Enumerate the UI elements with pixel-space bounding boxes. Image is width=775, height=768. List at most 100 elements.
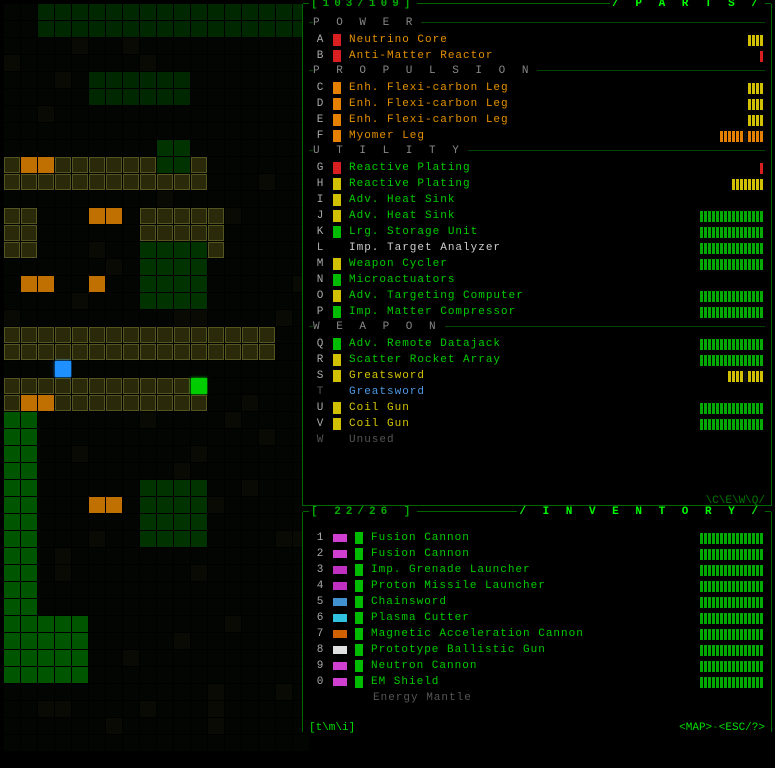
part-row[interactable]: N Microactuators bbox=[303, 272, 771, 288]
map-tile[interactable] bbox=[38, 463, 54, 479]
map-tile[interactable] bbox=[174, 548, 190, 564]
map-tile[interactable] bbox=[55, 38, 71, 54]
map-tile[interactable] bbox=[55, 684, 71, 700]
map-tile[interactable] bbox=[38, 225, 54, 241]
map-tile[interactable] bbox=[259, 327, 275, 343]
map-tile[interactable] bbox=[123, 412, 139, 428]
map-tile[interactable] bbox=[242, 735, 258, 751]
map-tile[interactable] bbox=[191, 106, 207, 122]
map-tile[interactable] bbox=[225, 548, 241, 564]
map-tile[interactable] bbox=[276, 72, 292, 88]
map-tile[interactable] bbox=[72, 191, 88, 207]
map-tile[interactable] bbox=[89, 650, 105, 666]
map-tile[interactable] bbox=[259, 480, 275, 496]
map-tile[interactable] bbox=[72, 463, 88, 479]
map-tile[interactable] bbox=[259, 616, 275, 632]
map-tile[interactable] bbox=[106, 582, 122, 598]
map-tile[interactable] bbox=[276, 412, 292, 428]
map-tile[interactable] bbox=[38, 140, 54, 156]
map-tile[interactable] bbox=[225, 446, 241, 462]
part-row[interactable]: B Anti-Matter Reactor bbox=[303, 48, 771, 64]
map-tile[interactable] bbox=[225, 378, 241, 394]
part-row[interactable]: L Imp. Target Analyzer bbox=[303, 240, 771, 256]
map-tile[interactable] bbox=[140, 225, 156, 241]
map-tile[interactable] bbox=[140, 497, 156, 513]
map-tile[interactable] bbox=[174, 21, 190, 37]
map-tile[interactable] bbox=[4, 242, 20, 258]
map-tile[interactable] bbox=[225, 718, 241, 734]
map-tile[interactable] bbox=[123, 55, 139, 71]
map-tile[interactable] bbox=[123, 276, 139, 292]
map-tile[interactable] bbox=[191, 378, 207, 394]
map-tile[interactable] bbox=[55, 480, 71, 496]
map-tile[interactable] bbox=[4, 667, 20, 683]
map-tile[interactable] bbox=[72, 429, 88, 445]
map-tile[interactable] bbox=[157, 242, 173, 258]
map-tile[interactable] bbox=[259, 497, 275, 513]
map-tile[interactable] bbox=[38, 616, 54, 632]
map-tile[interactable] bbox=[225, 735, 241, 751]
inventory-row[interactable]: 4 Proton Missile Launcher bbox=[303, 578, 771, 594]
map-tile[interactable] bbox=[225, 633, 241, 649]
map-tile[interactable] bbox=[140, 480, 156, 496]
map-tile[interactable] bbox=[140, 191, 156, 207]
map-tile[interactable] bbox=[72, 701, 88, 717]
map-tile[interactable] bbox=[242, 72, 258, 88]
map-tile[interactable] bbox=[225, 480, 241, 496]
map-tile[interactable] bbox=[123, 582, 139, 598]
map-tile[interactable] bbox=[208, 4, 224, 20]
map-tile[interactable] bbox=[157, 463, 173, 479]
map-tile[interactable] bbox=[174, 276, 190, 292]
map-tile[interactable] bbox=[191, 55, 207, 71]
map-tile[interactable] bbox=[4, 718, 20, 734]
map-tile[interactable] bbox=[174, 4, 190, 20]
map-tile[interactable] bbox=[140, 701, 156, 717]
map-tile[interactable] bbox=[89, 531, 105, 547]
part-row[interactable]: R Scatter Rocket Array bbox=[303, 352, 771, 368]
map-tile[interactable] bbox=[174, 123, 190, 139]
map-tile[interactable] bbox=[242, 497, 258, 513]
map-tile[interactable] bbox=[4, 191, 20, 207]
map-tile[interactable] bbox=[38, 123, 54, 139]
map-tile[interactable] bbox=[259, 667, 275, 683]
map-tile[interactable] bbox=[106, 4, 122, 20]
map-tile[interactable] bbox=[225, 327, 241, 343]
map-tile[interactable] bbox=[208, 599, 224, 615]
map-tile[interactable] bbox=[89, 718, 105, 734]
map-tile[interactable] bbox=[157, 480, 173, 496]
map-tile[interactable] bbox=[4, 412, 20, 428]
map-tile[interactable] bbox=[72, 446, 88, 462]
map-tile[interactable] bbox=[21, 225, 37, 241]
map-tile[interactable] bbox=[225, 225, 241, 241]
map-tile[interactable] bbox=[259, 72, 275, 88]
map-tile[interactable] bbox=[4, 123, 20, 139]
map-tile[interactable] bbox=[89, 174, 105, 190]
map-tile[interactable] bbox=[38, 497, 54, 513]
map-tile[interactable] bbox=[21, 616, 37, 632]
map-tile[interactable] bbox=[242, 599, 258, 615]
map-tile[interactable] bbox=[106, 463, 122, 479]
map-tile[interactable] bbox=[208, 378, 224, 394]
map-tile[interactable] bbox=[174, 650, 190, 666]
map-tile[interactable] bbox=[225, 531, 241, 547]
map-tile[interactable] bbox=[259, 650, 275, 666]
map-tile[interactable] bbox=[55, 514, 71, 530]
map-tile[interactable] bbox=[55, 395, 71, 411]
map-tile[interactable] bbox=[208, 174, 224, 190]
map-tile[interactable] bbox=[174, 667, 190, 683]
map-tile[interactable] bbox=[72, 378, 88, 394]
map-tile[interactable] bbox=[276, 599, 292, 615]
map-tile[interactable] bbox=[242, 157, 258, 173]
map-tile[interactable] bbox=[208, 395, 224, 411]
map-tile[interactable] bbox=[21, 735, 37, 751]
map-tile[interactable] bbox=[174, 684, 190, 700]
map-tile[interactable] bbox=[259, 633, 275, 649]
map-tile[interactable] bbox=[140, 667, 156, 683]
map-tile[interactable] bbox=[4, 378, 20, 394]
map-tile[interactable] bbox=[106, 55, 122, 71]
part-row[interactable]: E Enh. Flexi-carbon Leg bbox=[303, 112, 771, 128]
map-tile[interactable] bbox=[89, 242, 105, 258]
map-tile[interactable] bbox=[208, 123, 224, 139]
map-tile[interactable] bbox=[55, 276, 71, 292]
map-tile[interactable] bbox=[242, 361, 258, 377]
